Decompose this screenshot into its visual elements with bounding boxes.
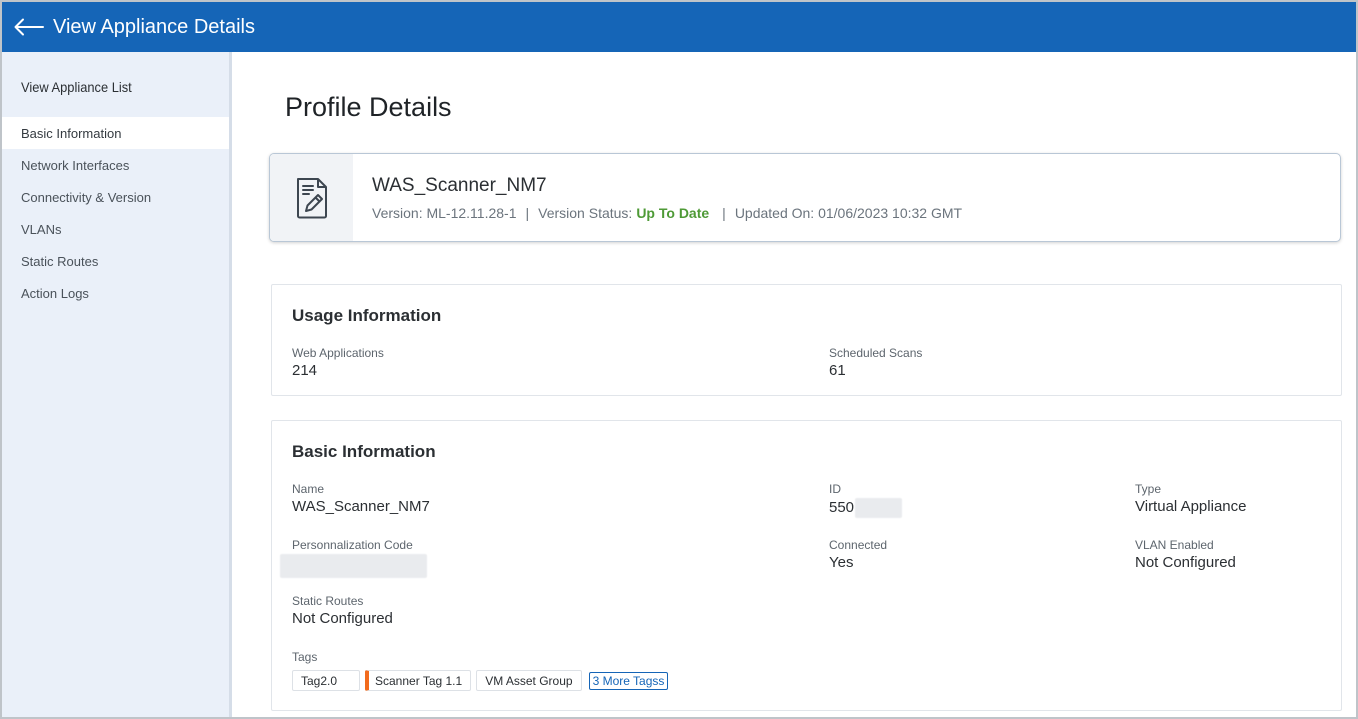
field-label: Static Routes bbox=[292, 594, 364, 608]
personalization-code-field: Personnalization Code bbox=[280, 538, 427, 578]
field-label: Connected bbox=[829, 538, 888, 552]
redacted-id bbox=[855, 498, 903, 518]
version-text: Version: ML-12.11.28-1 bbox=[372, 205, 517, 221]
usage-information-section: Usage Information Web Applications 214 S… bbox=[271, 284, 1342, 396]
field-value: Not Configured bbox=[1135, 554, 1236, 571]
sidebar-item-vlans[interactable]: VLANs bbox=[2, 213, 229, 245]
app-window: View Appliance Details View Appliance Li… bbox=[0, 0, 1358, 719]
web-applications-field: Web Applications 214 bbox=[292, 346, 384, 379]
field-value: 214 bbox=[292, 362, 318, 379]
connected-field: Connected Yes bbox=[829, 538, 887, 571]
document-edit-icon bbox=[296, 177, 327, 218]
sidebar-nav: Basic Information Network Interfaces Con… bbox=[2, 117, 229, 309]
field-value: Not Configured bbox=[292, 610, 393, 627]
name-field: Name WAS_Scanner_NM7 bbox=[292, 482, 430, 515]
sidebar-item-static-routes[interactable]: Static Routes bbox=[2, 245, 229, 277]
profile-icon-box bbox=[270, 154, 353, 241]
vlan-enabled-field: VLAN Enabled Not Configured bbox=[1135, 538, 1236, 571]
header-bar: View Appliance Details bbox=[2, 2, 1356, 52]
page-title: Profile Details bbox=[285, 92, 452, 122]
version-status-badge: Up To Date bbox=[636, 205, 710, 221]
id-value-prefix: 550 bbox=[829, 498, 855, 516]
id-field: ID 550 bbox=[829, 482, 903, 518]
page-header-title: View Appliance Details bbox=[53, 15, 255, 38]
back-button[interactable] bbox=[12, 12, 46, 42]
field-value: 550 bbox=[829, 498, 903, 518]
separator: | bbox=[525, 205, 530, 221]
field-label: VLAN Enabled bbox=[1135, 538, 1214, 552]
main-content: Profile Details WAS_Scanner_NM7 Version:… bbox=[232, 52, 1356, 717]
tags-field: Tags bbox=[292, 650, 317, 664]
type-field: Type Virtual Appliance bbox=[1135, 482, 1246, 515]
version-status-label: Version Status: bbox=[538, 205, 633, 221]
sidebar: View Appliance List Basic Information Ne… bbox=[2, 52, 229, 717]
profile-card: WAS_Scanner_NM7 Version: ML-12.11.28-1 |… bbox=[269, 153, 1341, 242]
field-label: ID bbox=[829, 482, 841, 496]
sidebar-item-action-logs[interactable]: Action Logs bbox=[2, 277, 229, 309]
more-tags-link[interactable]: 3 More Tagss bbox=[588, 671, 669, 690]
tag-list: Tag2.0 Scanner Tag 1.1 VM Asset Group 3 … bbox=[292, 670, 673, 691]
view-appliance-list-link[interactable]: View Appliance List bbox=[21, 79, 132, 95]
field-label: Tags bbox=[292, 650, 318, 664]
sidebar-item-basic-information[interactable]: Basic Information bbox=[2, 117, 229, 149]
tag-chip[interactable]: Tag2.0 bbox=[292, 670, 360, 691]
field-value: Yes bbox=[829, 554, 854, 571]
usage-section-title: Usage Information bbox=[292, 306, 442, 325]
field-label: Type bbox=[1135, 482, 1162, 496]
field-value bbox=[280, 554, 427, 578]
field-label: Name bbox=[292, 482, 325, 496]
separator: | bbox=[722, 205, 726, 221]
field-label: Personnalization Code bbox=[292, 538, 413, 552]
basic-information-section: Basic Information Name WAS_Scanner_NM7 I… bbox=[271, 420, 1342, 711]
arrow-left-icon bbox=[14, 18, 44, 36]
profile-meta: Version: ML-12.11.28-1 | Version Status:… bbox=[372, 205, 962, 221]
sidebar-item-network-interfaces[interactable]: Network Interfaces bbox=[2, 149, 229, 181]
tag-chip[interactable]: VM Asset Group bbox=[476, 670, 582, 691]
sidebar-item-connectivity-version[interactable]: Connectivity & Version bbox=[2, 181, 229, 213]
static-routes-field: Static Routes Not Configured bbox=[292, 594, 393, 627]
tag-chip[interactable]: Scanner Tag 1.1 bbox=[365, 670, 472, 691]
field-label: Web Applications bbox=[292, 346, 384, 360]
field-value: 61 bbox=[829, 362, 846, 379]
scheduled-scans-field: Scheduled Scans 61 bbox=[829, 346, 922, 379]
field-value: Virtual Appliance bbox=[1135, 498, 1247, 515]
field-label: Scheduled Scans bbox=[829, 346, 923, 360]
updated-on-text: Updated On: 01/06/2023 10:32 GMT bbox=[734, 205, 963, 221]
profile-text: WAS_Scanner_NM7 Version: ML-12.11.28-1 |… bbox=[353, 154, 962, 241]
appliance-name: WAS_Scanner_NM7 bbox=[372, 175, 547, 196]
redacted-code bbox=[280, 554, 427, 578]
basic-section-title: Basic Information bbox=[292, 442, 436, 461]
field-value: WAS_Scanner_NM7 bbox=[292, 498, 430, 515]
